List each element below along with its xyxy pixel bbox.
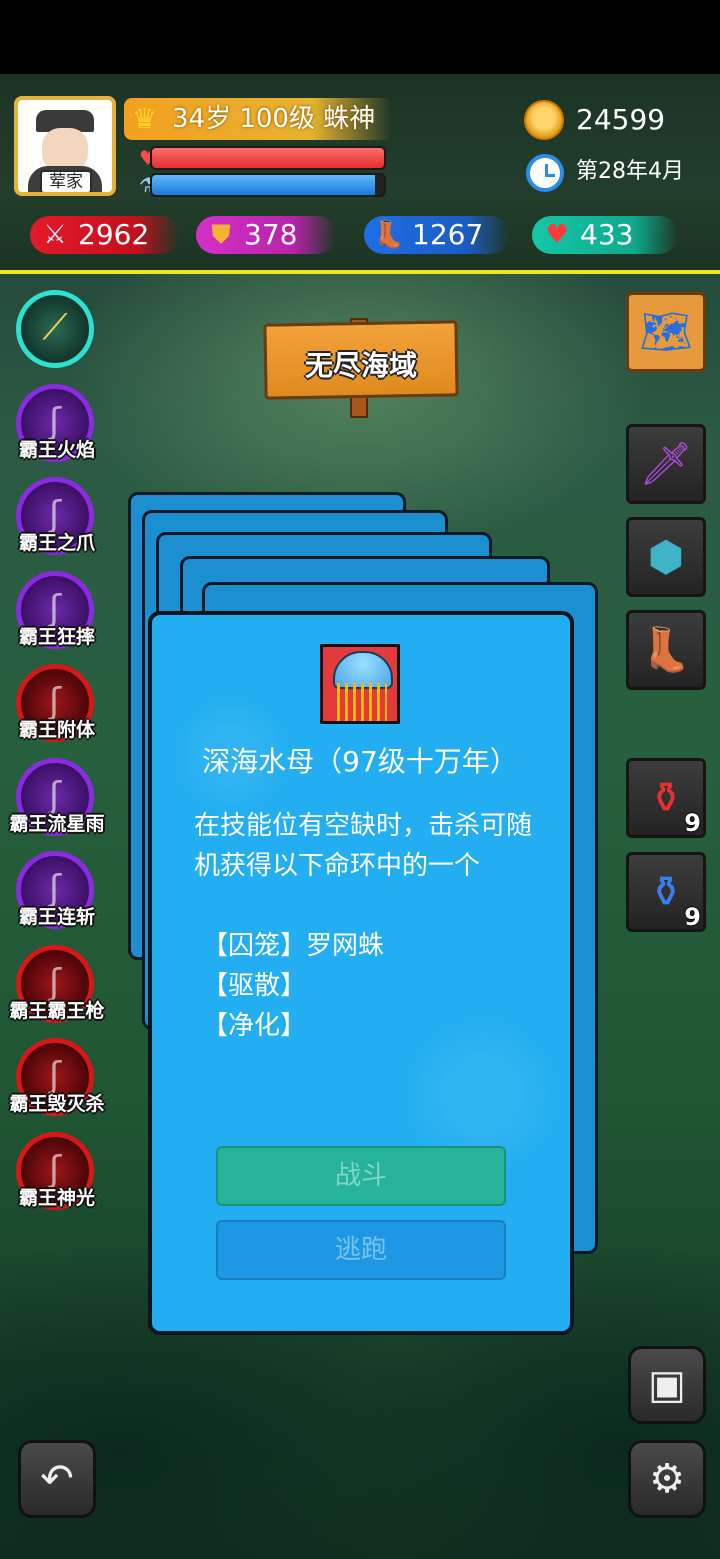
mp-bar-fill — [152, 175, 375, 195]
defense-value: 378 — [244, 218, 298, 251]
ring-item: 【驱散】 — [202, 971, 307, 1001]
boots-icon: 👢 — [639, 625, 693, 674]
purple-sword-icon: 🗡 — [639, 439, 693, 488]
skill-label: 霸王神光 — [18, 1187, 95, 1209]
settings-button[interactable]: ⚙ — [628, 1440, 706, 1518]
skill-slot-8[interactable]: ʃ 霸王毁灭杀 — [9, 1038, 105, 1120]
skill-label: 霸王之爪 — [18, 532, 95, 554]
crown-icon: ♛ — [132, 102, 158, 135]
skill-slot-7[interactable]: ʃ 霸王霸王枪 — [9, 945, 105, 1027]
jellyfish-icon — [320, 644, 400, 724]
red-potion-slot[interactable]: ⚱ 9 — [626, 758, 706, 838]
hp-bar-fill — [152, 148, 384, 168]
boot-icon: 👢 — [372, 220, 406, 250]
ring-item: 【净化】 — [202, 1011, 307, 1041]
spiked-shell-armor-icon: ⬢ — [647, 532, 685, 581]
map-scroll-icon: 🗺 — [639, 307, 693, 356]
avatar-name: 荤家 — [40, 170, 92, 192]
health-value: 433 — [580, 218, 634, 251]
blue-potion-slot[interactable]: ⚱ 9 — [626, 852, 706, 932]
skill-slot-1[interactable]: ʃ 霸王火焰 — [14, 384, 96, 466]
skill-slot-3[interactable]: ʃ 霸王狂摔 — [14, 571, 96, 653]
fight-button[interactable]: 战斗 — [216, 1146, 506, 1206]
clock-icon — [526, 154, 564, 192]
encounter-description: 在技能位有空缺时，击杀可随机获得以下命环中的一个 — [194, 811, 533, 881]
speed-stat: 👢 1267 — [364, 216, 510, 254]
health-heart-icon: ♥ — [545, 220, 569, 250]
skill-slot-6[interactable]: ʃ 霸王连斩 — [14, 851, 96, 933]
location-name: 无尽海域 — [304, 349, 417, 382]
blue-potion-count: 9 — [684, 903, 701, 931]
skill-label: 霸王流星雨 — [9, 813, 105, 835]
sword-icon: ⚔ — [43, 220, 67, 250]
game-date: 第28年4月 — [576, 159, 684, 184]
skill-label: 霸王火焰 — [18, 439, 95, 461]
ring-item: 【囚笼】罗网蛛 — [202, 931, 385, 961]
armor-slot[interactable]: ⬢ — [626, 517, 706, 597]
health-stat: ♥ 433 — [532, 216, 678, 254]
attack-stat: ⚔ 2962 — [30, 216, 180, 254]
skill-slot-weapon[interactable]: ⟋ — [14, 290, 96, 372]
weapon-slot[interactable]: 🗡 — [626, 424, 706, 504]
attack-value: 2962 — [78, 218, 150, 251]
skill-label: 霸王狂摔 — [18, 626, 95, 648]
save-icon: ▣ — [648, 1362, 686, 1408]
skill-slot-9[interactable]: ʃ 霸王神光 — [14, 1132, 96, 1214]
spear-icon: ⟋ — [42, 307, 68, 348]
gold-coin-icon — [524, 100, 564, 140]
hp-bar — [150, 146, 386, 170]
skill-label: 霸王连斩 — [18, 906, 95, 928]
skill-slot-2[interactable]: ʃ 霸王之爪 — [14, 477, 96, 559]
skill-label: 霸王毁灭杀 — [9, 1093, 105, 1115]
back-button[interactable]: ↶ — [18, 1440, 96, 1518]
gear-icon: ⚙ — [649, 1456, 685, 1502]
gold-amount: 24599 — [576, 103, 666, 136]
ring-list: 【囚笼】罗网蛛 【驱散】 【净化】 — [202, 926, 384, 1046]
skill-slot-4[interactable]: ʃ 霸王附体 — [14, 664, 96, 746]
flee-button[interactable]: 逃跑 — [216, 1220, 506, 1280]
jellyfish-tentacles — [337, 683, 387, 721]
shield-icon: ⛊ — [211, 220, 231, 250]
skill-label: 霸王附体 — [18, 719, 95, 741]
skill-label: 霸王霸王枪 — [9, 1000, 105, 1022]
save-button[interactable]: ▣ — [628, 1346, 706, 1424]
monster-name: 深海水母（97级十万年） — [202, 745, 518, 778]
level-text: 34岁 100级 蛛神 — [172, 104, 376, 134]
back-arrow-icon: ↶ — [40, 1456, 74, 1502]
red-potion-count: 9 — [684, 809, 701, 837]
boots-slot[interactable]: 👢 — [626, 610, 706, 690]
skill-slot-5[interactable]: ʃ 霸王流星雨 — [9, 758, 105, 840]
speed-value: 1267 — [412, 218, 484, 251]
defense-stat: ⛊ 378 — [196, 216, 336, 254]
mp-bar — [150, 173, 386, 197]
map-button[interactable]: 🗺 — [626, 292, 706, 372]
player-avatar[interactable]: 荤家 — [14, 96, 116, 196]
